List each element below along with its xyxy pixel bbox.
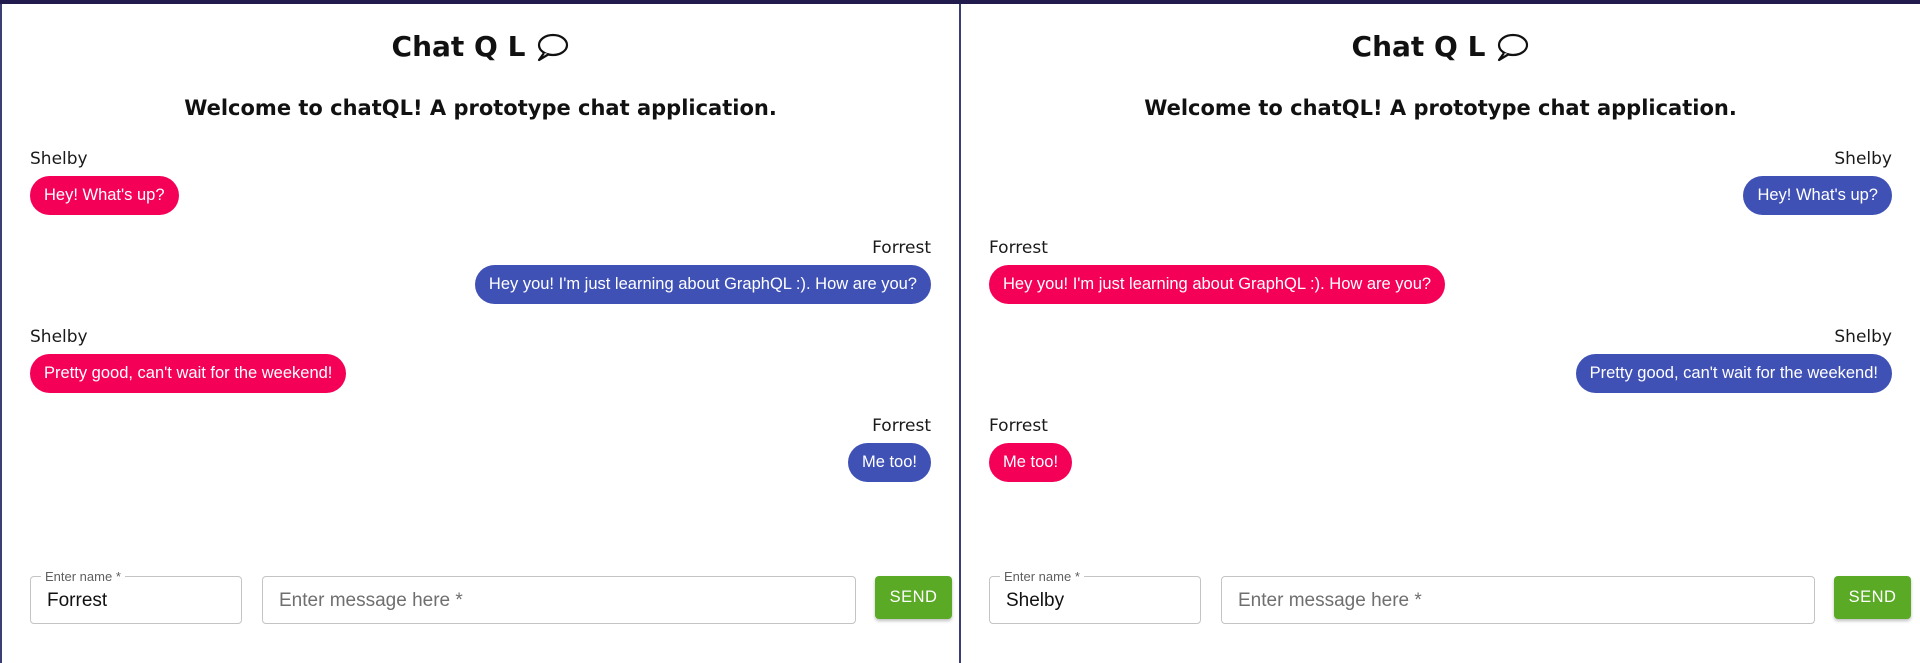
message-item: Forrest Hey you! I'm just learning about… xyxy=(989,237,1892,326)
message-sender: Forrest xyxy=(989,238,1048,258)
name-input-label: Enter name * xyxy=(1000,569,1084,584)
message-sender: Shelby xyxy=(30,327,88,347)
message-input-placeholder: Enter message here * xyxy=(279,590,463,611)
message-sender: Shelby xyxy=(30,149,88,169)
message-sender: Shelby xyxy=(1834,149,1892,169)
message-composer: Enter name * Forrest Enter message here … xyxy=(30,569,952,626)
message-composer: Enter name * Shelby Enter message here *… xyxy=(989,569,1911,626)
welcome-subtitle: Welcome to chatQL! A prototype chat appl… xyxy=(184,96,777,120)
message-bubble: Hey! What's up? xyxy=(1743,176,1892,215)
chat-pane-right: Chat Q L Welcome to chatQL! A prototype … xyxy=(960,4,1920,663)
message-item: Shelby Hey! What's up? xyxy=(989,148,1892,237)
app-title-text: Chat Q L xyxy=(1351,30,1486,63)
message-bubble: Hey! What's up? xyxy=(30,176,179,215)
message-bubble: Pretty good, can't wait for the weekend! xyxy=(1575,354,1892,393)
speech-bubble-icon xyxy=(1498,33,1529,61)
name-input[interactable]: Enter name * Forrest xyxy=(30,569,242,624)
send-button[interactable]: SEND xyxy=(875,576,952,619)
message-input[interactable]: Enter message here * xyxy=(1221,576,1815,624)
message-sender: Forrest xyxy=(872,238,931,258)
name-input-value: Forrest xyxy=(47,590,108,611)
message-item: Forrest Me too! xyxy=(989,415,1892,504)
message-list: Shelby Hey! What's up? Forrest Hey you! … xyxy=(30,148,931,504)
welcome-subtitle: Welcome to chatQL! A prototype chat appl… xyxy=(1144,96,1737,120)
app-title: Chat Q L xyxy=(2,30,959,63)
app-title-text: Chat Q L xyxy=(391,30,526,63)
speech-bubble-icon xyxy=(538,33,569,61)
message-item: Forrest Hey you! I'm just learning about… xyxy=(30,237,931,326)
name-input-value: Shelby xyxy=(1006,590,1065,611)
message-list: Shelby Hey! What's up? Forrest Hey you! … xyxy=(989,148,1892,504)
message-input-placeholder: Enter message here * xyxy=(1238,590,1422,611)
message-bubble: Me too! xyxy=(847,443,931,482)
message-item: Shelby Hey! What's up? xyxy=(30,148,931,237)
message-item: Shelby Pretty good, can't wait for the w… xyxy=(30,326,931,415)
message-item: Forrest Me too! xyxy=(30,415,931,504)
message-bubble: Hey you! I'm just learning about GraphQL… xyxy=(989,265,1446,304)
message-input[interactable]: Enter message here * xyxy=(262,576,856,624)
split-view: Chat Q L Welcome to chatQL! A prototype … xyxy=(0,4,1920,663)
name-input[interactable]: Enter name * Shelby xyxy=(989,569,1201,624)
message-bubble: Me too! xyxy=(989,443,1073,482)
name-input-label: Enter name * xyxy=(41,569,125,584)
chat-pane-left: Chat Q L Welcome to chatQL! A prototype … xyxy=(0,4,960,663)
app-title: Chat Q L xyxy=(961,30,1920,63)
message-sender: Forrest xyxy=(872,416,931,436)
message-bubble: Hey you! I'm just learning about GraphQL… xyxy=(474,265,931,304)
send-button[interactable]: SEND xyxy=(1834,576,1911,619)
message-bubble: Pretty good, can't wait for the weekend! xyxy=(30,354,347,393)
message-item: Shelby Pretty good, can't wait for the w… xyxy=(989,326,1892,415)
message-sender: Forrest xyxy=(989,416,1048,436)
message-sender: Shelby xyxy=(1834,327,1892,347)
